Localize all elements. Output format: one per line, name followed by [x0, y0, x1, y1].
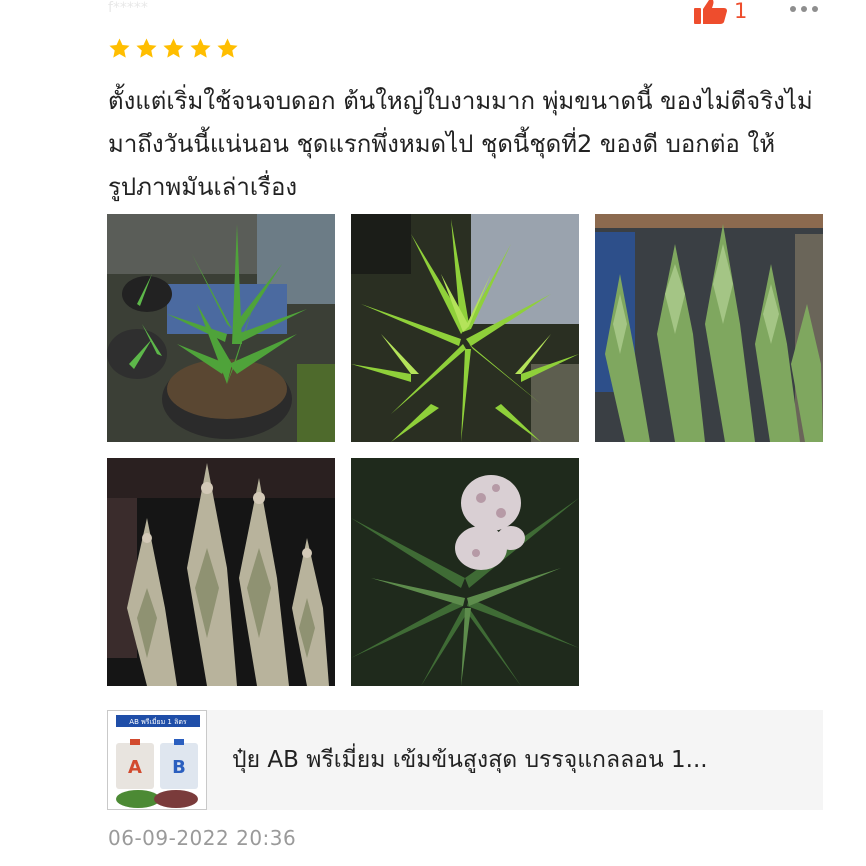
star-icon — [109, 38, 130, 58]
star-rating — [108, 37, 239, 60]
product-thumb-title: AB พรีเมี่ยม 1 ลิตร — [129, 717, 187, 726]
review-photo-2[interactable] — [351, 214, 579, 442]
svg-text:A: A — [128, 757, 142, 778]
product-card[interactable]: AB พรีเมี่ยม 1 ลิตร A B ปุ๋ย AB พรีเมี่ย… — [107, 710, 823, 810]
like-button[interactable]: 1 — [694, 0, 747, 24]
star-icon — [217, 38, 238, 58]
star-icon — [136, 38, 157, 58]
review-text: ตั้งแต่เริ่มใช้จนจบดอก ต้นใหญ่ใบงามมาก พ… — [108, 87, 813, 201]
reviewer-name: f***** — [108, 0, 148, 16]
review-card: f***** 1 ตั้งแต่เริ่มใช้จนจบดอก ต้นใหญ่ใ… — [0, 0, 866, 866]
review-timestamp: 06-09-2022 20:36 — [108, 826, 297, 850]
star-icon — [190, 38, 211, 58]
review-photo-3[interactable] — [595, 214, 823, 442]
review-photo-1[interactable] — [107, 214, 335, 442]
svg-text:B: B — [172, 757, 186, 778]
like-count: 1 — [734, 0, 748, 23]
product-name: ปุ๋ย AB พรีเมี่ยม เข้มข้นสูงสุด บรรจุแกล… — [232, 747, 708, 773]
product-thumbnail: AB พรีเมี่ยม 1 ลิตร A B — [107, 710, 207, 810]
review-photo-5[interactable] — [351, 458, 579, 686]
review-photo-4[interactable] — [107, 458, 335, 686]
more-options-icon[interactable] — [790, 6, 818, 12]
thumbs-up-icon — [694, 0, 727, 24]
star-icon — [163, 38, 184, 58]
